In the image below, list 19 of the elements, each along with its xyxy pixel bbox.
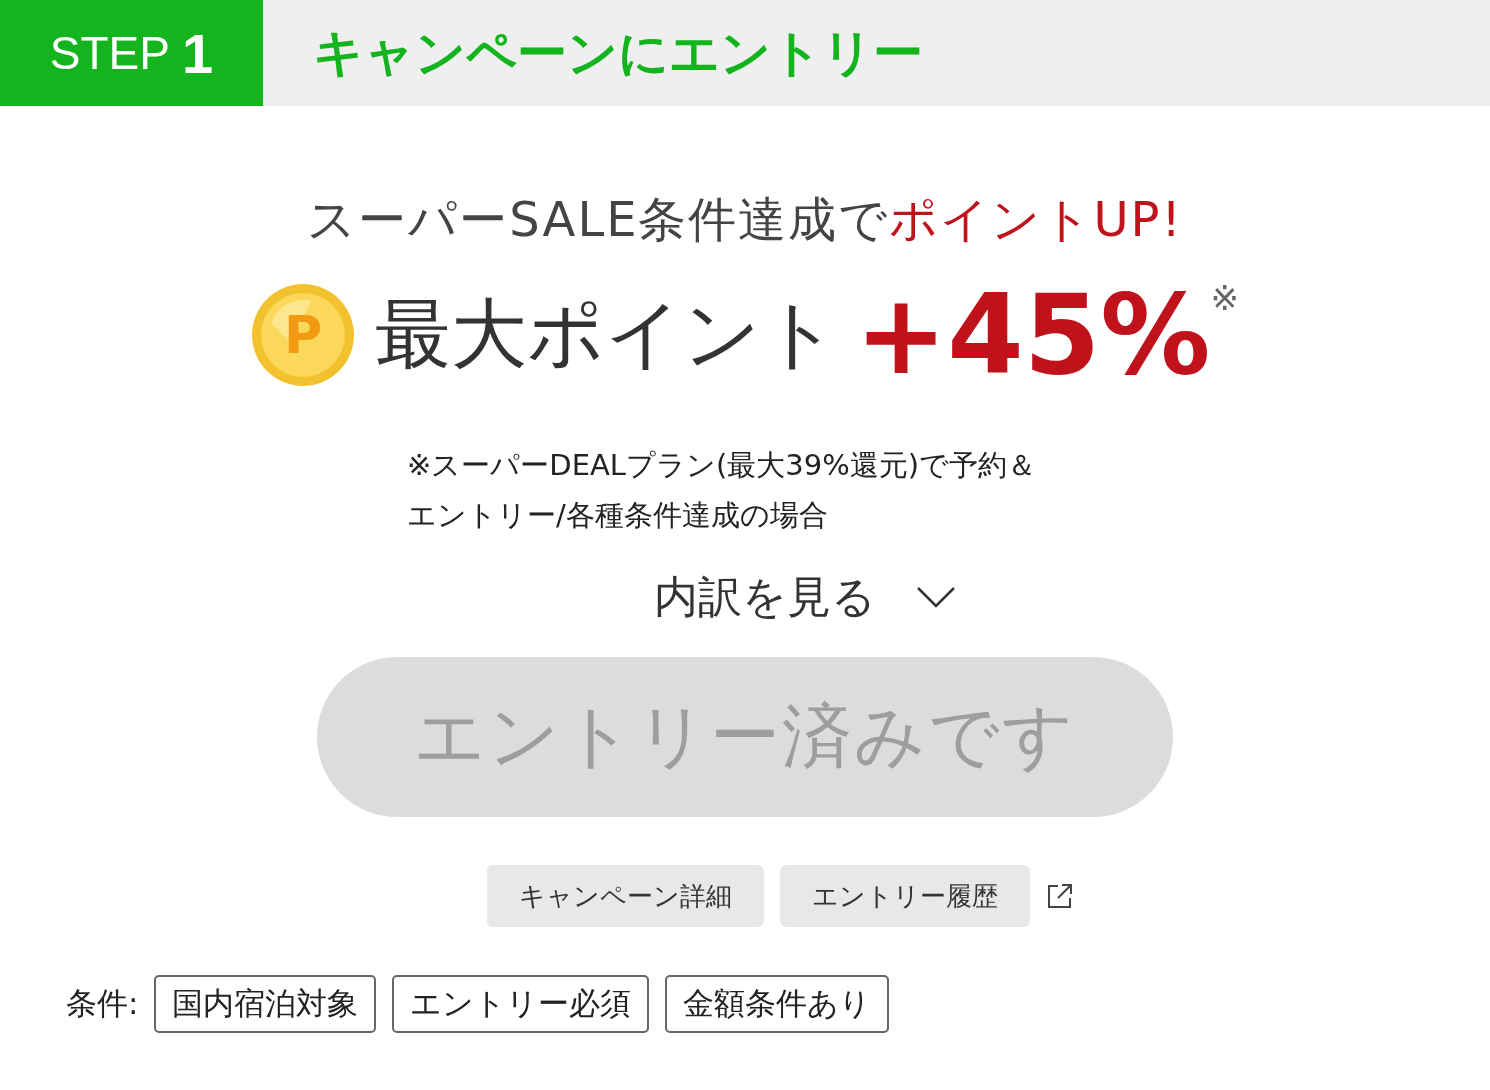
- note-text: ※スーパーDEALプラン(最大39%還元)で予約＆: [407, 447, 1038, 484]
- coin-icon: P: [251, 283, 355, 387]
- link-button[interactable]: エントリー履歴: [779, 865, 1030, 927]
- chevron-icon: [916, 585, 956, 610]
- breakdown-toggle[interactable]: 内訳を見る: [534, 568, 956, 627]
- note-text: エントリー/各種条件達成の場合: [407, 497, 829, 534]
- step-number: 1: [182, 20, 214, 86]
- max-points-label: 最大ポイント: [375, 287, 839, 380]
- condition-tag: 金額条件あり: [665, 975, 890, 1033]
- link-button[interactable]: キャンペーン詳細: [486, 865, 764, 927]
- footnote-mark: ※: [1210, 278, 1239, 318]
- conditions-label: 条件:: [66, 984, 139, 1023]
- condition-tag: エントリー必須: [392, 975, 650, 1033]
- step-label: STEP: [49, 26, 170, 80]
- condition-tag: 国内宿泊対象: [154, 975, 377, 1033]
- section-title: キャンペーンにエントリー: [313, 22, 923, 84]
- headline: スーパーSALE条件達成でポイントUP!: [307, 190, 1183, 249]
- max-points-value: +45%: [855, 271, 1211, 399]
- external-link-icon: [1045, 882, 1074, 910]
